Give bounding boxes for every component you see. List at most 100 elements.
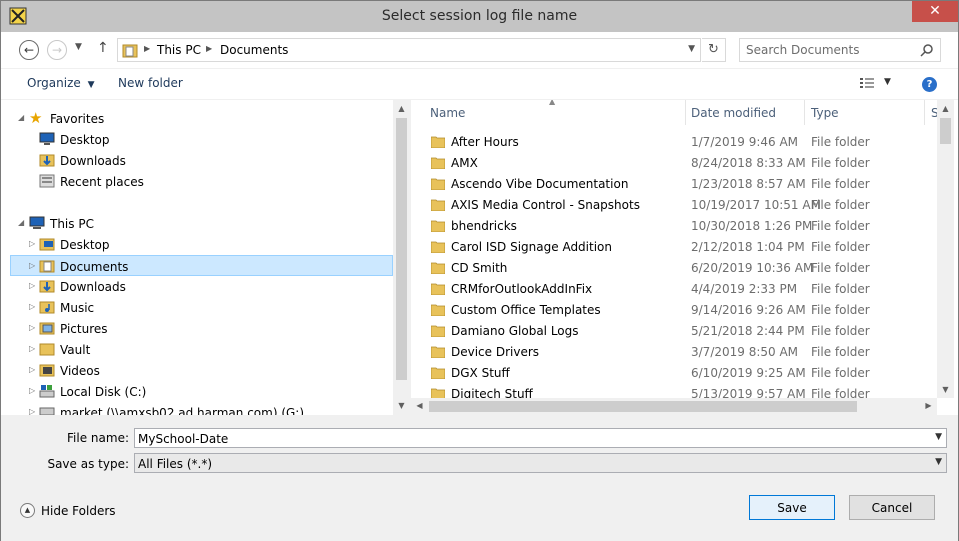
scroll-down-icon[interactable]: ▼: [937, 385, 954, 394]
nav-this-pc-documents[interactable]: ▷ Documents: [10, 255, 393, 276]
file-row[interactable]: After Hours 1/7/2019 9:46 AM File folder: [411, 131, 931, 152]
file-name: DGX Stuff: [451, 366, 510, 380]
save-button[interactable]: Save: [749, 495, 835, 520]
breadcrumb-documents[interactable]: Documents: [220, 43, 288, 57]
nav-this-pc[interactable]: ◢ This PC: [11, 213, 381, 234]
chevron-down-icon[interactable]: ▼: [935, 432, 942, 442]
file-date: 5/21/2018 2:44 PM: [691, 324, 805, 338]
file-type: File folder: [811, 198, 870, 212]
views-dropdown-icon[interactable]: ▼: [884, 77, 891, 87]
nav-label: Favorites: [50, 112, 105, 126]
file-row[interactable]: Device Drivers 3/7/2019 8:50 AM File folde…: [411, 341, 931, 362]
chevron-down-icon: ▼: [87, 80, 95, 90]
close-button[interactable]: ✕: [912, 1, 958, 22]
nav-favorites-desktop[interactable]: Desktop: [11, 129, 381, 150]
file-row[interactable]: Carol ISD Signage Addition 2/12/2018 1:04…: [411, 236, 931, 257]
organize-label: Organize: [27, 76, 81, 90]
nav-label: Documents: [60, 260, 129, 274]
window-title: Select session log file name: [381, 8, 578, 24]
nav-favorites-recent-places[interactable]: Recent places: [11, 171, 381, 192]
breadcrumb-this-pc[interactable]: This PC: [157, 43, 201, 57]
file-row[interactable]: AMX 8/24/2018 8:33 AM File folder: [411, 152, 931, 173]
recent-locations-button[interactable]: ▼: [75, 42, 82, 52]
forward-button[interactable]: →: [47, 40, 67, 60]
search-input[interactable]: [746, 42, 916, 58]
expand-icon[interactable]: ▷: [29, 323, 35, 332]
new-folder-button[interactable]: New folder: [118, 76, 183, 90]
scroll-right-icon[interactable]: ▶: [920, 401, 937, 410]
expand-icon[interactable]: ▷: [29, 261, 35, 270]
scroll-left-icon[interactable]: ◀: [411, 401, 428, 410]
file-row[interactable]: Ascendo Vibe Documentation 1/23/2018 8:57…: [411, 173, 931, 194]
back-button[interactable]: ←: [19, 40, 39, 60]
nav-this-pc-pictures[interactable]: ▷ Pictures: [11, 318, 381, 339]
column-header-name[interactable]: Name ▲: [411, 100, 686, 125]
savetype-label: Save as type:: [47, 457, 129, 471]
file-row[interactable]: Damiano Global Logs 5/21/2018 2:44 PM File…: [411, 320, 931, 341]
nav-label: Desktop: [60, 133, 110, 147]
filename-input[interactable]: [138, 431, 918, 446]
recent-places-icon: [39, 174, 55, 188]
chevron-down-icon: ▼: [935, 457, 942, 467]
expand-icon[interactable]: ▷: [29, 407, 35, 415]
file-row[interactable]: DGX Stuff 6/10/2019 9:25 AM File folder: [411, 362, 931, 383]
nav-label: Vault: [60, 343, 91, 357]
refresh-button[interactable]: ↻: [702, 38, 726, 62]
address-bar[interactable]: ▶ This PC ▶ Documents ▼: [117, 38, 701, 62]
column-header-date[interactable]: Date modified: [686, 100, 805, 125]
file-row[interactable]: bhendricks 10/30/2018 1:26 PM File folder: [411, 215, 931, 236]
file-type: File folder: [811, 156, 870, 170]
nav-this-pc-network-drive[interactable]: ▷ market (\\amxsb02.ad.harman.com) (G:): [11, 402, 381, 415]
file-row[interactable]: CRMforOutlookAddInFix 4/4/2019 2:33 PM Fil…: [411, 278, 931, 299]
expand-icon[interactable]: ▷: [29, 239, 35, 248]
savetype-select[interactable]: All Files (*.*) ▼: [134, 453, 947, 473]
expand-icon[interactable]: ▷: [29, 386, 35, 395]
help-button[interactable]: ?: [922, 77, 937, 92]
file-date: 2/12/2018 1:04 PM: [691, 240, 805, 254]
file-row[interactable]: CD Smith 6/20/2019 10:36 AM File folder: [411, 257, 931, 278]
expand-icon[interactable]: ▷: [29, 302, 35, 311]
organize-button[interactable]: Organize ▼: [27, 76, 95, 90]
file-type: File folder: [811, 303, 870, 317]
cancel-button[interactable]: Cancel: [849, 495, 935, 520]
folder-icon: [39, 343, 55, 356]
file-date: 4/4/2019 2:33 PM: [691, 282, 798, 296]
nav-this-pc-vault[interactable]: ▷ Vault: [11, 339, 381, 360]
nav-this-pc-videos[interactable]: ▷ Videos: [11, 360, 381, 381]
downloads-icon: [39, 280, 55, 293]
file-hscrollbar[interactable]: ◀ ▶: [411, 398, 937, 415]
up-button[interactable]: ↑: [97, 40, 109, 56]
nav-this-pc-downloads[interactable]: ▷ Downloads: [11, 276, 381, 297]
file-vscrollbar[interactable]: ▲ ▼: [937, 100, 954, 398]
nav-favorites[interactable]: ◢ ★ Favorites: [11, 108, 381, 129]
nav-scroll-thumb[interactable]: [396, 118, 407, 380]
file-row[interactable]: AXIS Media Control - Snapshots 10/19/2017…: [411, 194, 931, 215]
folder-icon: [431, 283, 445, 295]
address-dropdown-icon[interactable]: ▼: [688, 44, 695, 54]
column-header-type[interactable]: Type: [805, 100, 925, 125]
videos-icon: [39, 364, 55, 377]
expand-icon[interactable]: ▷: [29, 344, 35, 353]
collapse-icon[interactable]: ◢: [18, 113, 24, 122]
expand-icon[interactable]: ▷: [29, 281, 35, 290]
nav-this-pc-local-disk[interactable]: ▷ Local Disk (C:): [11, 381, 381, 402]
views-icon[interactable]: [859, 77, 875, 91]
file-name: Device Drivers: [451, 345, 540, 359]
nav-this-pc-desktop[interactable]: ▷ Desktop: [11, 234, 381, 255]
file-date: 6/10/2019 9:25 AM: [691, 366, 806, 380]
navigation-pane: ◢ ★ Favorites Desktop Downloads Recent p…: [1, 100, 410, 415]
file-vscroll-thumb[interactable]: [940, 118, 951, 144]
scroll-up-icon[interactable]: ▲: [393, 104, 410, 113]
file-row[interactable]: Custom Office Templates 9/14/2016 9:26 AM…: [411, 299, 931, 320]
scroll-up-icon[interactable]: ▲: [937, 104, 954, 113]
nav-this-pc-music[interactable]: ▷ Music: [11, 297, 381, 318]
file-hscroll-thumb[interactable]: [429, 401, 857, 412]
search-icon[interactable]: [920, 43, 934, 57]
scroll-down-icon[interactable]: ▼: [393, 401, 410, 410]
nav-scrollbar[interactable]: ▲ ▼: [393, 100, 410, 415]
file-type: File folder: [811, 177, 870, 191]
nav-favorites-downloads[interactable]: Downloads: [11, 150, 381, 171]
collapse-icon[interactable]: ◢: [18, 218, 24, 227]
column-header-size[interactable]: S: [925, 100, 939, 125]
expand-icon[interactable]: ▷: [29, 365, 35, 374]
